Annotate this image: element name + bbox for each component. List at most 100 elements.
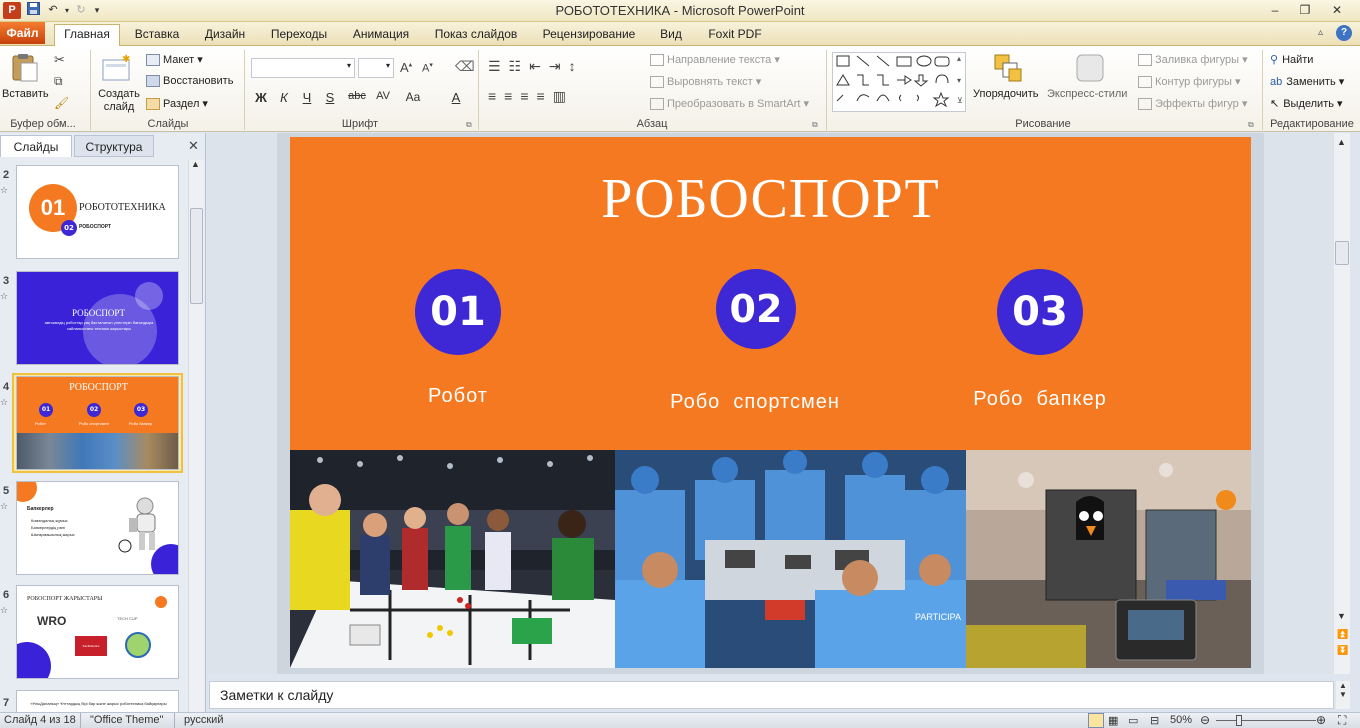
gallery-scroll-down-icon[interactable]: ▾	[957, 76, 961, 85]
close-button[interactable]: ✕	[1322, 0, 1352, 20]
cut-icon[interactable]: ✂	[54, 52, 65, 68]
zoom-level[interactable]: 50%	[1170, 714, 1192, 726]
tab-foxit-pdf[interactable]: Foxit PDF	[700, 26, 770, 45]
shape-fill-button[interactable]: Заливка фигуры ▾	[1138, 53, 1248, 67]
tab-design[interactable]: Дизайн	[196, 26, 254, 45]
columns-icon[interactable]: ▥	[553, 88, 574, 104]
paste-label[interactable]: Вставить	[2, 88, 49, 100]
notes-scrollbar[interactable]: ▲ ▼	[1336, 681, 1350, 709]
underline-button[interactable]: Ч	[297, 90, 317, 105]
arrange-label[interactable]: Упорядочить	[973, 88, 1038, 100]
theme-name[interactable]: "Office Theme"	[90, 714, 163, 726]
scroll-thumb[interactable]	[1335, 241, 1349, 265]
italic-button[interactable]: К	[274, 90, 294, 105]
gallery-more-icon[interactable]: ⊻	[957, 96, 963, 105]
shape-outline-button[interactable]: Контур фигуры ▾	[1138, 75, 1241, 89]
change-case-button[interactable]: Aa	[402, 90, 424, 104]
font-color-button[interactable]: A	[446, 90, 466, 105]
language-indicator[interactable]: русский	[184, 714, 223, 726]
new-slide-label[interactable]: Создать слайд	[97, 88, 141, 114]
new-slide-button[interactable]: ✱	[100, 52, 132, 87]
team-building-robots-photo[interactable]: PARTICIPA	[615, 450, 966, 668]
align-text-button[interactable]: Выровнять текст ▾	[650, 75, 761, 89]
clear-formatting-icon[interactable]: ⌫	[455, 58, 475, 75]
slide-thumbnail-5[interactable]: Бапкерлер Командалық жұмыс Бапкерлердің …	[16, 481, 179, 575]
align-left-icon[interactable]: ≡	[488, 88, 504, 104]
dialog-launcher-icon[interactable]: ⧉	[812, 120, 818, 130]
arrange-button[interactable]	[992, 52, 1024, 87]
shapes-gallery[interactable]	[832, 52, 966, 112]
bullets-icon[interactable]: ☰	[488, 58, 509, 74]
scroll-up-icon[interactable]: ▲	[1336, 681, 1350, 690]
slide-thumbnail-3[interactable]: РОБОСПОРТ автокөлдің роботтар уақ бастал…	[16, 271, 179, 365]
replace-button[interactable]: ab Заменить ▾	[1270, 75, 1344, 88]
grow-font-icon[interactable]: A▴	[400, 60, 412, 75]
shape-effects-button[interactable]: Эффекты фигур ▾	[1138, 97, 1247, 111]
restore-button[interactable]: ❐	[1290, 0, 1320, 20]
panel-scrollbar[interactable]: ▲	[188, 159, 204, 712]
slideshow-view-icon[interactable]: ⊟	[1150, 714, 1159, 727]
slide-thumbnail-4[interactable]: РОБОСПОРТ 01 02 03 Робот Робо спортсмен …	[16, 376, 179, 470]
dialog-launcher-icon[interactable]: ⧉	[466, 120, 472, 130]
font-size-combo[interactable]: ▾	[358, 58, 394, 78]
scroll-up-icon[interactable]: ▲	[1337, 137, 1346, 147]
section-button[interactable]: Раздел ▾	[146, 97, 208, 111]
justify-icon[interactable]: ≡	[537, 88, 553, 104]
increase-indent-icon[interactable]: ⇥	[549, 58, 569, 74]
paste-button[interactable]	[8, 52, 40, 87]
slide-scrollbar[interactable]: ▲ ▼ ⏫ ⏬	[1334, 133, 1350, 674]
minimize-button[interactable]: –	[1260, 0, 1290, 20]
close-panel-icon[interactable]: ✕	[188, 138, 199, 154]
tab-home[interactable]: Главная	[54, 24, 120, 46]
shrink-font-icon[interactable]: A▾	[422, 61, 433, 75]
find-button[interactable]: ⚲ Найти	[1270, 53, 1313, 66]
reading-view-icon[interactable]: ▭	[1128, 714, 1138, 727]
scroll-down-icon[interactable]: ▼	[1336, 690, 1350, 699]
tab-insert[interactable]: Вставка	[128, 26, 186, 45]
line-spacing-icon[interactable]: ↕	[569, 58, 584, 74]
scroll-thumb[interactable]	[190, 208, 203, 304]
next-slide-icon[interactable]: ⏬	[1337, 645, 1348, 656]
slide-thumbnail-6[interactable]: РОБОСПОРТ ЖАРЫСТАРЫ WRO TECH CUP KazRobo…	[16, 585, 179, 679]
slide-sorter-view-icon[interactable]: ▦	[1108, 714, 1118, 727]
scroll-up-icon[interactable]: ▲	[191, 159, 200, 169]
tab-review[interactable]: Рецензирование	[534, 26, 644, 45]
decrease-indent-icon[interactable]: ⇤	[529, 58, 549, 74]
reset-button[interactable]: Восстановить	[146, 75, 233, 88]
normal-view-icon[interactable]	[1088, 713, 1104, 728]
zoom-slider-thumb[interactable]	[1236, 715, 1242, 726]
scroll-down-icon[interactable]: ▼	[1337, 611, 1346, 621]
zoom-slider-track[interactable]	[1216, 720, 1316, 721]
zoom-out-icon[interactable]: ⊖	[1200, 713, 1210, 727]
text-direction-button[interactable]: Направление текста ▾	[650, 53, 780, 67]
select-button[interactable]: ↖ Выделить ▾	[1270, 97, 1343, 110]
tab-animations[interactable]: Анимация	[344, 26, 418, 45]
tab-transitions[interactable]: Переходы	[264, 26, 334, 45]
layout-button[interactable]: Макет ▾	[146, 53, 203, 67]
align-right-icon[interactable]: ≡	[520, 88, 536, 104]
competition-arena-photo[interactable]	[290, 450, 615, 668]
number-circle-02[interactable]: 02	[716, 269, 796, 349]
quick-styles-label[interactable]: Экспресс-стили	[1047, 88, 1127, 100]
help-icon[interactable]: ?	[1336, 25, 1352, 41]
align-buttons[interactable]: ≡≡≡≡▥	[488, 88, 574, 105]
bold-button[interactable]: Ж	[251, 90, 271, 105]
copy-icon[interactable]: ⧉	[54, 74, 63, 89]
label-robo-sportsman[interactable]: Робо спортсмен	[635, 391, 875, 414]
notes-pane[interactable]: Заметки к слайду	[209, 681, 1334, 709]
ribbon-minimize-icon[interactable]: ▵	[1318, 27, 1323, 38]
number-circle-03[interactable]: 03	[997, 269, 1083, 355]
label-robo-coach[interactable]: Робо бапкер	[920, 388, 1160, 411]
label-robot[interactable]: Робот	[358, 385, 558, 408]
align-center-icon[interactable]: ≡	[504, 88, 520, 104]
tab-slideshow[interactable]: Показ слайдов	[428, 26, 524, 45]
numbering-icon[interactable]: ☷	[509, 58, 530, 74]
slide-thumbnail-7[interactable]: «ҰлыДаланың» Ұлттардың бірі бар және жар…	[16, 690, 179, 712]
number-circle-01[interactable]: 01	[415, 269, 501, 355]
smartart-button[interactable]: Преобразовать в SmartArt ▾	[650, 97, 809, 111]
char-spacing-button[interactable]: AV	[372, 90, 394, 102]
tab-slides-panel[interactable]: Слайды	[0, 135, 72, 157]
slide-thumbnail-2[interactable]: 01 РОБОТОТЕХНИКА 02 РОБОСПОРТ	[16, 165, 179, 259]
tab-view[interactable]: Вид	[652, 26, 690, 45]
strikethrough-button[interactable]: abc	[345, 90, 369, 102]
